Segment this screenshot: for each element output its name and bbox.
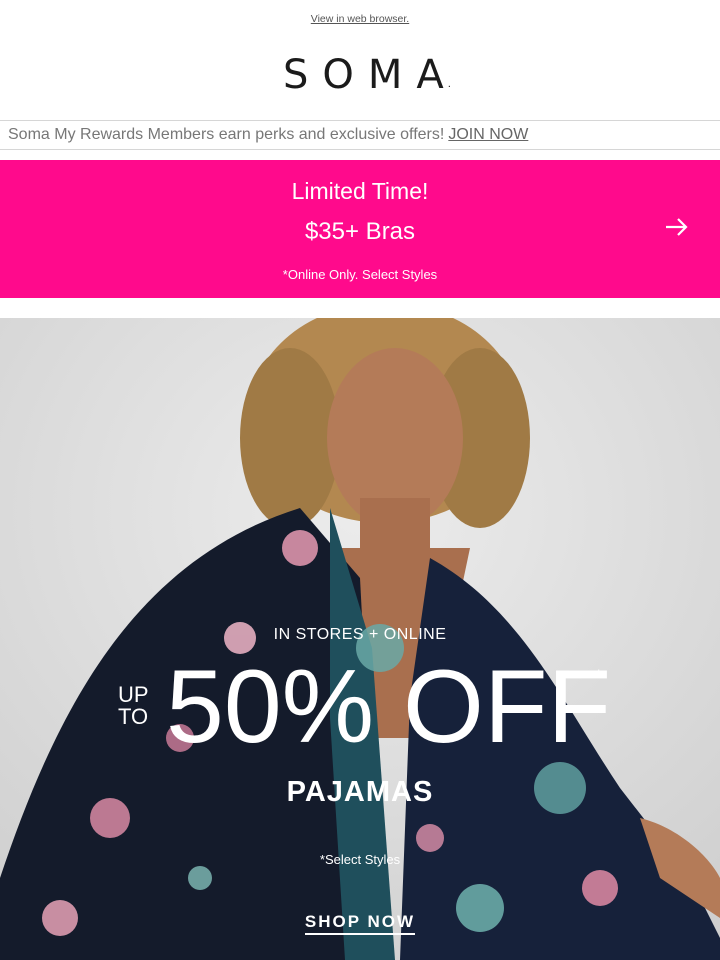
rewards-text: Soma My Rewards Members earn perks and e… <box>8 126 445 143</box>
soma-logo[interactable]: SOMA. <box>0 30 720 120</box>
logo-text: SOMA <box>283 52 458 98</box>
hero-disclaimer: *Select Styles <box>319 852 401 867</box>
view-in-browser-link[interactable]: View in web browser. <box>311 13 409 25</box>
arrow-right-icon[interactable] <box>664 216 690 244</box>
shop-now-wrapper: SHOP NOW <box>0 912 720 935</box>
discount-headline: 50% OFF <box>166 649 611 765</box>
join-now-link[interactable]: JOIN NOW <box>448 126 528 144</box>
promo-headline: Limited Time! <box>291 178 429 204</box>
shop-now-button[interactable]: SHOP NOW <box>304 912 416 935</box>
promo-offer: $35+ Bras <box>304 218 416 245</box>
channel-label: IN STORES + ONLINE <box>273 626 447 643</box>
up-to-label: UP TO <box>118 684 149 728</box>
limited-time-banner[interactable]: Limited Time! $35+ Bras *Online Only. Se… <box>0 160 720 298</box>
promo-disclaimer: *Online Only. Select Styles <box>282 267 438 282</box>
to-text: TO <box>118 704 149 729</box>
pajamas-hero-banner[interactable]: IN STORES + ONLINE UP TO 50% OFF * PAJAM… <box>0 318 720 960</box>
rewards-bar: Soma My Rewards Members earn perks and e… <box>0 120 720 150</box>
logo-mark: . <box>447 79 451 90</box>
up-text: UP <box>118 682 149 707</box>
category-label: PAJAMAS <box>286 776 434 808</box>
discount-asterisk: * <box>596 666 602 682</box>
